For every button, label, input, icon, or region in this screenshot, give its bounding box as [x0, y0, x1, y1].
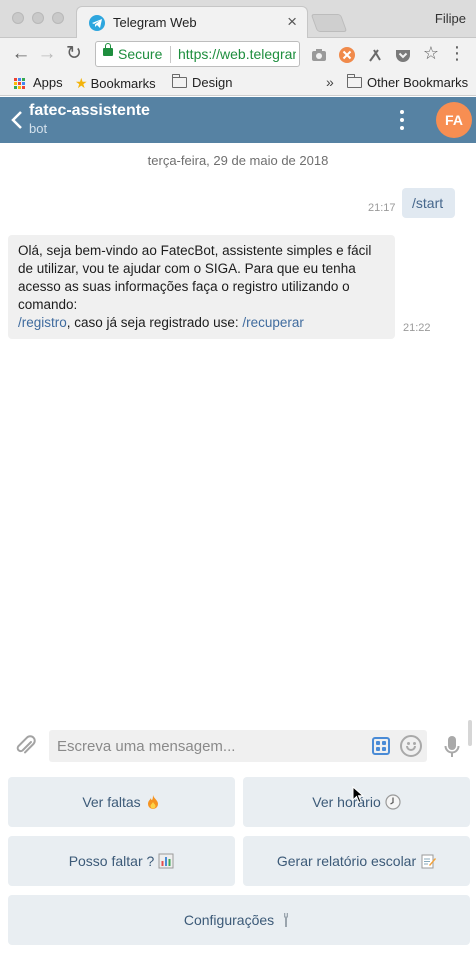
- profile-name[interactable]: Filipe: [435, 11, 466, 26]
- tab-title: Telegram Web: [113, 15, 197, 30]
- ver-horario-label: Ver horário: [312, 794, 381, 810]
- incoming-message-middle: , caso já seja registrado use:: [66, 315, 243, 330]
- back-arrow-icon[interactable]: ←: [10, 43, 32, 65]
- blocker-icon[interactable]: [338, 46, 356, 64]
- bookmark-apps[interactable]: Apps: [33, 75, 63, 90]
- folder-icon: [347, 74, 362, 88]
- wrench-icon: [284, 913, 289, 927]
- browser-tab-strip: Telegram Web × Filipe: [0, 0, 476, 38]
- avatar[interactable]: FA: [436, 102, 472, 138]
- outgoing-message-text: /start: [412, 195, 444, 211]
- fire-icon: [147, 795, 158, 809]
- message-input[interactable]: [49, 730, 427, 762]
- recover-command-link[interactable]: /recuperar: [242, 315, 304, 330]
- tools-icon[interactable]: [366, 46, 384, 64]
- incoming-message-text: Olá, seja bem-vindo ao FatecBot, assiste…: [18, 243, 372, 312]
- bookmarks-bar: Apps ★ Bookmarks Design » Other Bookmarks: [0, 72, 476, 96]
- bookmark-star-icon[interactable]: ☆: [420, 42, 442, 64]
- posso-faltar-button[interactable]: Posso faltar ?: [8, 836, 235, 886]
- reload-icon[interactable]: ↻: [63, 43, 85, 65]
- pocket-icon[interactable]: [394, 46, 412, 64]
- configuracoes-label: Configurações: [183, 912, 275, 928]
- bookmarks-overflow-icon[interactable]: »: [326, 74, 334, 90]
- new-tab-button[interactable]: [310, 14, 348, 32]
- microphone-icon[interactable]: [444, 735, 460, 759]
- browser-menu-icon[interactable]: ⋮: [446, 42, 468, 64]
- ver-faltas-label: Ver faltas: [82, 794, 141, 810]
- message-time: 21:22: [403, 322, 431, 334]
- window-close-button[interactable]: [12, 12, 24, 24]
- message-time: 21:17: [368, 202, 396, 214]
- emoji-icon[interactable]: [400, 735, 422, 757]
- outgoing-message: /start: [402, 188, 455, 218]
- chevron-left-icon[interactable]: [10, 109, 24, 131]
- message-composer: [0, 720, 476, 772]
- mouse-cursor-icon: [352, 786, 364, 804]
- folder-icon: [172, 74, 187, 88]
- ver-faltas-button[interactable]: Ver faltas: [8, 777, 235, 827]
- window-minimize-button[interactable]: [32, 12, 44, 24]
- attach-icon[interactable]: [14, 733, 38, 759]
- browser-tab-telegram[interactable]: Telegram Web ×: [76, 6, 308, 38]
- incoming-message: Olá, seja bem-vindo ao FatecBot, assiste…: [8, 235, 395, 339]
- clock-icon: [385, 794, 401, 810]
- bookmark-bookmarks[interactable]: ★ Bookmarks: [75, 75, 156, 92]
- telegram-favicon-icon: [89, 15, 105, 31]
- gerar-relatorio-button[interactable]: Gerar relatório escolar: [243, 836, 470, 886]
- memo-icon: [421, 854, 437, 869]
- star-icon: ★: [75, 75, 88, 91]
- more-options-icon[interactable]: [396, 109, 408, 131]
- address-bar[interactable]: Secure https://web.telegram.org: [95, 41, 300, 67]
- scrollbar[interactable]: [468, 720, 472, 746]
- bot-keyboard: Ver faltas Ver horário Posso faltar ? Ge…: [0, 772, 476, 958]
- chat-title[interactable]: fatec-assistente: [29, 102, 150, 120]
- forward-arrow-icon[interactable]: →: [36, 43, 58, 65]
- bar-chart-icon: [158, 853, 174, 869]
- register-command-link[interactable]: /registro: [18, 315, 67, 330]
- configuracoes-button[interactable]: Configurações: [8, 895, 470, 945]
- camera-icon[interactable]: [310, 46, 328, 64]
- lock-icon: [103, 43, 113, 56]
- gerar-relatorio-label: Gerar relatório escolar: [276, 853, 417, 869]
- tab-close-icon[interactable]: ×: [287, 12, 297, 32]
- url-text[interactable]: https://web.telegram.org: [178, 46, 296, 62]
- secure-label: Secure: [118, 46, 163, 62]
- apps-icon[interactable]: [14, 78, 26, 90]
- date-separator: terça-feira, 29 de maio de 2018: [147, 153, 329, 168]
- posso-faltar-label: Posso faltar ?: [68, 853, 155, 869]
- chat-subtitle: bot: [29, 121, 48, 136]
- bookmark-design[interactable]: Design: [172, 74, 232, 90]
- chat-header: fatec-assistente bot: [0, 97, 476, 143]
- omnibox-divider: [170, 46, 171, 63]
- bookmark-other[interactable]: Other Bookmarks: [347, 74, 468, 90]
- message-history: terça-feira, 29 de maio de 2018 21:17 /s…: [0, 143, 476, 720]
- window-zoom-button[interactable]: [52, 12, 64, 24]
- bot-commands-icon[interactable]: [372, 737, 390, 755]
- browser-toolbar: ← → ↻ Secure https://web.telegram.org ☆ …: [0, 38, 476, 72]
